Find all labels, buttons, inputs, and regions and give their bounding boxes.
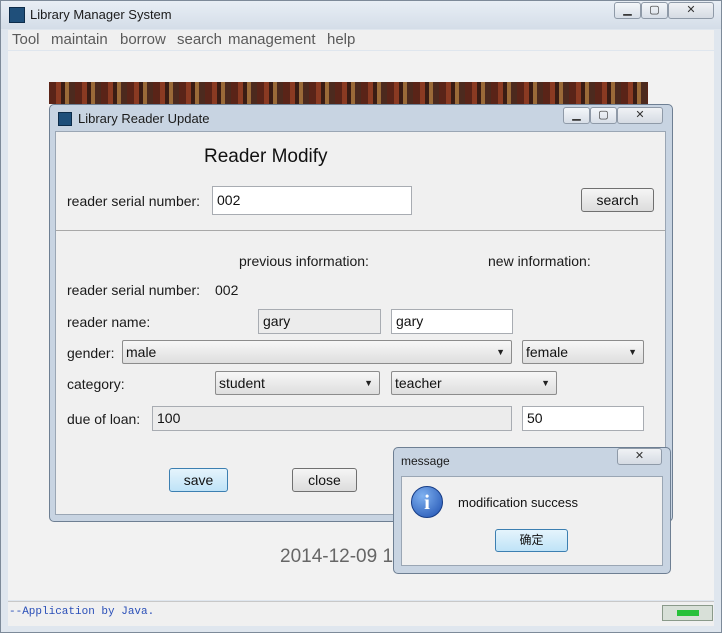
close-form-button[interactable]: close (292, 468, 357, 492)
due-of-loan-previous: 100 (152, 406, 512, 431)
form-heading: Reader Modify (204, 146, 328, 167)
reader-update-title: Library Reader Update (78, 111, 210, 126)
gender-label: gender: (67, 345, 115, 361)
status-indicator-bar (677, 610, 699, 616)
reader-name-new-input[interactable]: gary (391, 309, 513, 334)
date-time-text: 2014-12-09 1 (280, 546, 394, 567)
search-button[interactable]: search (581, 188, 654, 212)
form-divider (56, 230, 665, 231)
menu-maintain[interactable]: maintain (51, 31, 108, 48)
status-indicator (662, 605, 713, 621)
status-text: --Application by Java. (9, 606, 155, 618)
menu-search[interactable]: search (177, 31, 222, 48)
app-icon (9, 7, 25, 23)
due-of-loan-new-input[interactable]: 50 (522, 406, 644, 431)
category-new-value: teacher (395, 375, 442, 391)
gender-previous-combo: male ▼ (122, 340, 512, 364)
ok-button[interactable]: 确定 (495, 529, 568, 552)
new-information-header: new information: (488, 253, 591, 269)
message-text: modification success (458, 495, 578, 510)
info-icon: i (411, 486, 443, 518)
save-button[interactable]: save (169, 468, 228, 492)
due-of-loan-label: due of loan: (67, 411, 141, 427)
chevron-down-icon: ▼ (541, 378, 550, 388)
serial-number-label: reader serial number: (67, 282, 201, 298)
category-previous-value: student (219, 375, 265, 391)
frame-icon (58, 112, 72, 126)
chevron-down-icon: ▼ (628, 347, 637, 357)
chevron-down-icon: ▼ (364, 378, 373, 388)
category-previous-combo: student ▼ (215, 371, 380, 395)
search-serial-input[interactable]: 002 (212, 186, 412, 215)
serial-number-value: 002 (215, 282, 239, 298)
reader-name-previous: gary (258, 309, 381, 334)
category-label: category: (67, 376, 125, 392)
search-serial-label: reader serial number: (67, 193, 201, 209)
gender-previous-value: male (126, 344, 157, 360)
frame-minimize-button[interactable]: ▁ (563, 107, 590, 124)
maximize-button[interactable]: ▢ (641, 2, 668, 19)
menu-management[interactable]: management (228, 31, 316, 48)
minimize-button[interactable]: ▁ (614, 2, 641, 19)
message-close-button[interactable]: ✕ (617, 448, 662, 465)
menu-tool[interactable]: Tool (12, 31, 40, 48)
menu-help[interactable]: help (327, 31, 355, 48)
frame-maximize-button[interactable]: ▢ (590, 107, 617, 124)
category-new-select[interactable]: teacher ▼ (391, 371, 557, 395)
menubar (8, 30, 714, 50)
bookshelf-banner-image (49, 82, 648, 104)
frame-close-button[interactable]: ✕ (617, 107, 663, 124)
chevron-down-icon: ▼ (496, 347, 505, 357)
gender-new-value: female (526, 344, 569, 360)
message-dialog-title: message (401, 454, 450, 468)
close-button[interactable]: ✕ (668, 2, 714, 19)
reader-name-label: reader name: (67, 314, 151, 330)
main-window-title: Library Manager System (30, 7, 172, 22)
gender-new-select[interactable]: female ▼ (522, 340, 644, 364)
menu-borrow[interactable]: borrow (120, 31, 166, 48)
message-panel (401, 476, 663, 566)
previous-information-header: previous information: (239, 253, 369, 269)
